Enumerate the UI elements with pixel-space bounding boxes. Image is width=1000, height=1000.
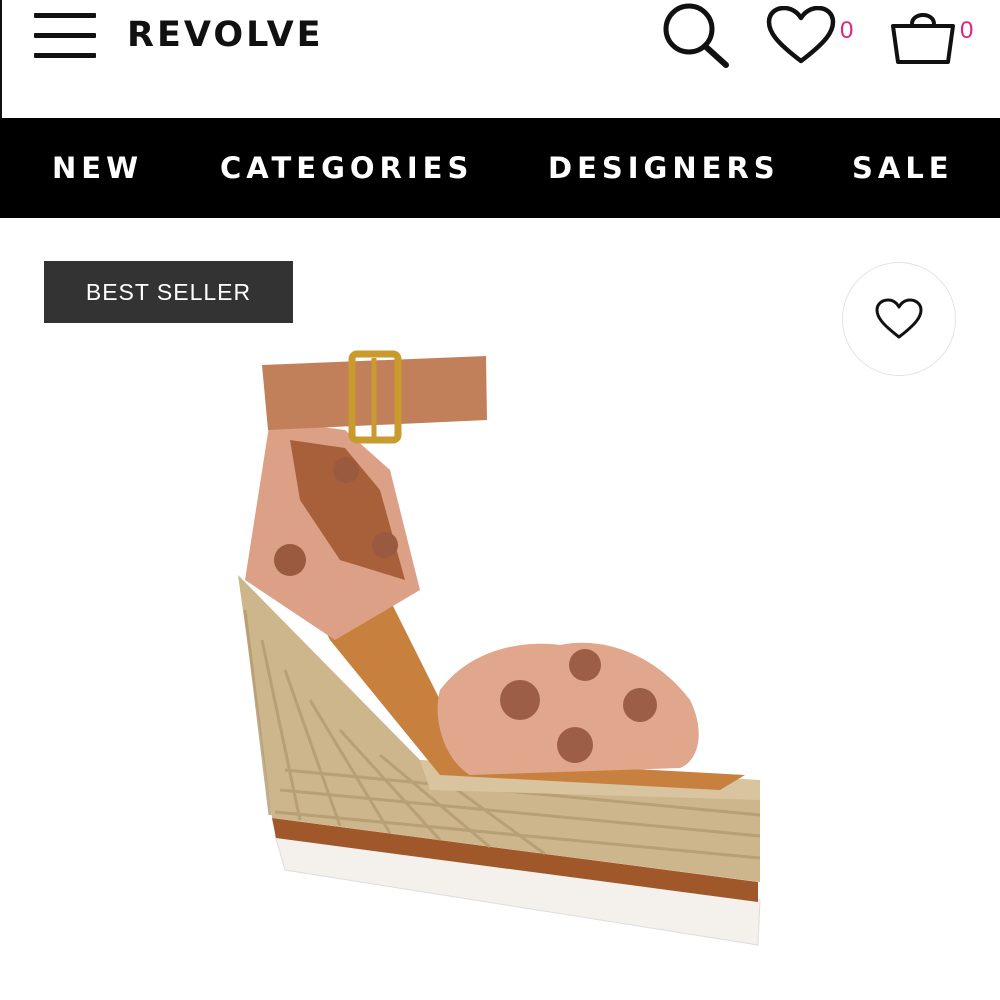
main-nav: NEW CATEGORIES DESIGNERS SALE [0, 118, 1000, 218]
heart-outline-icon [875, 298, 923, 339]
nav-item-categories[interactable]: CATEGORIES [220, 151, 473, 185]
search-icon[interactable] [660, 2, 730, 68]
hamburger-menu-icon[interactable] [34, 13, 96, 61]
favorite-button[interactable] [842, 262, 956, 376]
nav-item-sale[interactable]: SALE [852, 151, 954, 185]
top-header: REVOLVE 0 0 [0, 0, 1000, 118]
nav-item-designers[interactable]: DESIGNERS [548, 151, 780, 185]
bag-count: 0 [960, 17, 974, 44]
wishlist-count: 0 [840, 17, 854, 44]
nav-item-new[interactable]: NEW [52, 151, 143, 185]
best-seller-badge: BEST SELLER [44, 261, 293, 323]
revolve-logo[interactable]: REVOLVE [127, 15, 324, 55]
product-image-espadrille-wedge-sandal[interactable] [200, 340, 800, 980]
wishlist-heart-icon[interactable] [766, 5, 836, 64]
shopping-bag-icon[interactable] [888, 4, 958, 66]
